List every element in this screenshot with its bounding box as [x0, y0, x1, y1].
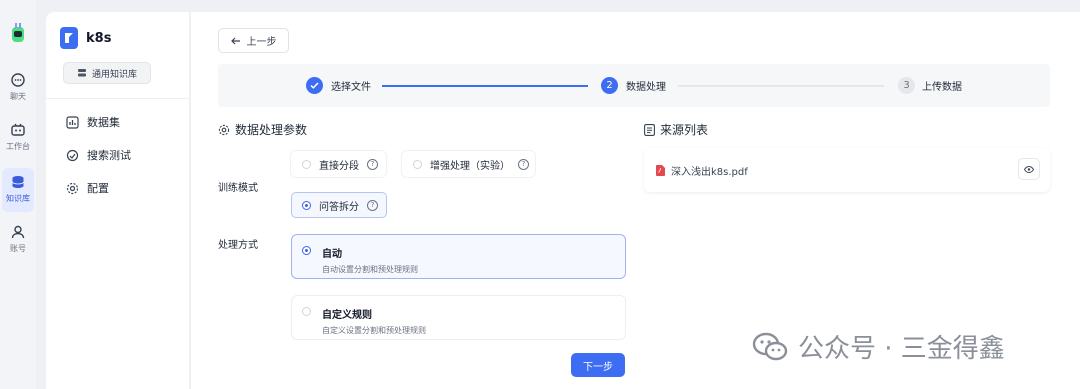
option-description: 自动设置分割和预处理规则 [322, 265, 418, 274]
file-name: 深入浅出k8s.pdf [671, 166, 748, 178]
kb-type-icon [77, 69, 86, 77]
step-done-icon [306, 77, 323, 94]
step-3-number: 3 [898, 77, 915, 94]
step-2-number: 2 [601, 77, 618, 94]
option-title: 自定义规则 [322, 310, 372, 321]
train-option-qa-split[interactable]: 问答拆分 ? [291, 192, 387, 218]
process-mode-label: 处理方式 [218, 240, 258, 251]
gear-icon [66, 182, 79, 194]
rail-item-label: 账号 [10, 244, 26, 253]
help-icon[interactable]: ? [367, 199, 378, 211]
kb-type-label: 通用知识库 [91, 69, 137, 80]
sidebar-item-label: 数据集 [87, 116, 120, 129]
next-step-button[interactable]: 下一步 [571, 353, 625, 377]
rail-item-account[interactable]: 账号 [0, 224, 36, 254]
radio-button-selected[interactable] [302, 200, 311, 210]
eye-icon [1024, 165, 1034, 173]
app-rail: 聊天 工作台 知识库 账号 [0, 0, 36, 389]
train-option-enhanced[interactable]: 增强处理（实验） ? [402, 151, 535, 177]
app-logo-icon [12, 23, 24, 42]
help-icon[interactable]: ? [518, 158, 529, 170]
pdf-file-icon [656, 164, 665, 176]
back-button[interactable]: 上一步 [218, 28, 289, 53]
train-mode-label: 训练模式 [218, 183, 258, 194]
kb-name: k8s [86, 30, 112, 46]
rail-item-knowledge[interactable]: 知识库 [2, 168, 34, 212]
sidebar-item-dataset[interactable]: 数据集 [66, 112, 120, 132]
list-icon [644, 123, 655, 136]
kb-header: k8s [60, 26, 111, 50]
back-button-label: 上一步 [246, 37, 277, 48]
sidebar-divider [46, 98, 190, 99]
option-title: 自动 [322, 249, 342, 260]
option-label: 直接分段 [319, 160, 359, 172]
sidebar-item-search-test[interactable]: 搜索测试 [66, 145, 131, 165]
help-icon[interactable]: ? [367, 158, 378, 170]
process-option-custom[interactable]: 自定义规则 自定义设置分割和预处理规则 [291, 295, 626, 340]
step-connector-todo [678, 85, 884, 87]
step-3-label: 上传数据 [922, 82, 962, 93]
option-label: 增强处理（实验） [430, 160, 510, 172]
step-connector-done [382, 85, 588, 87]
sidebar-item-config[interactable]: 配置 [66, 178, 109, 198]
radio-button-selected[interactable] [302, 246, 311, 255]
rail-item-label: 聊天 [10, 92, 26, 101]
database-icon [12, 176, 24, 188]
sidebar-item-label: 搜索测试 [87, 149, 131, 162]
process-option-auto[interactable]: 自动 自动设置分割和预处理规则 [291, 234, 626, 279]
watermark-text: 公众号 · 三金得鑫 [798, 334, 1005, 364]
settings-icon [218, 124, 230, 135]
kb-sidebar: k8s 通用知识库 数据集 搜索测试 配置 [46, 12, 190, 389]
params-section-title: 数据处理参数 [218, 121, 307, 138]
chat-icon [11, 73, 25, 87]
rail-item-workbench[interactable]: 工作台 [0, 122, 36, 152]
source-section-title: 来源列表 [644, 121, 708, 138]
kb-type-badge: 通用知识库 [63, 62, 151, 84]
option-label: 问答拆分 [319, 201, 359, 213]
step-1-label: 选择文件 [331, 82, 371, 93]
dataset-icon [66, 115, 79, 129]
radio-button[interactable] [302, 159, 311, 169]
workbench-icon [11, 123, 25, 136]
stepper: 选择文件 2 数据处理 3 上传数据 [218, 64, 1050, 107]
wechat-icon [752, 332, 788, 360]
user-icon [11, 225, 25, 239]
search-test-icon [66, 149, 79, 161]
rail-item-label: 工作台 [6, 142, 30, 151]
arrow-left-icon [230, 37, 240, 44]
watermark: 公众号 · 三金得鑫 [752, 328, 1005, 365]
rail-item-label: 知识库 [6, 194, 30, 203]
kb-logo-icon [60, 27, 78, 49]
params-title-text: 数据处理参数 [235, 123, 308, 137]
radio-button[interactable] [413, 159, 422, 169]
option-description: 自定义设置分割和预处理规则 [322, 326, 426, 335]
rail-item-chat[interactable]: 聊天 [0, 72, 36, 102]
sidebar-item-label: 配置 [87, 182, 109, 195]
radio-button[interactable] [302, 307, 311, 316]
step-2-label: 数据处理 [626, 82, 666, 93]
source-file-item[interactable]: 深入浅出k8s.pdf [644, 148, 1050, 192]
preview-button[interactable] [1018, 158, 1040, 180]
train-option-direct[interactable]: 直接分段 ? [291, 151, 386, 177]
source-title-text: 来源列表 [660, 123, 709, 137]
